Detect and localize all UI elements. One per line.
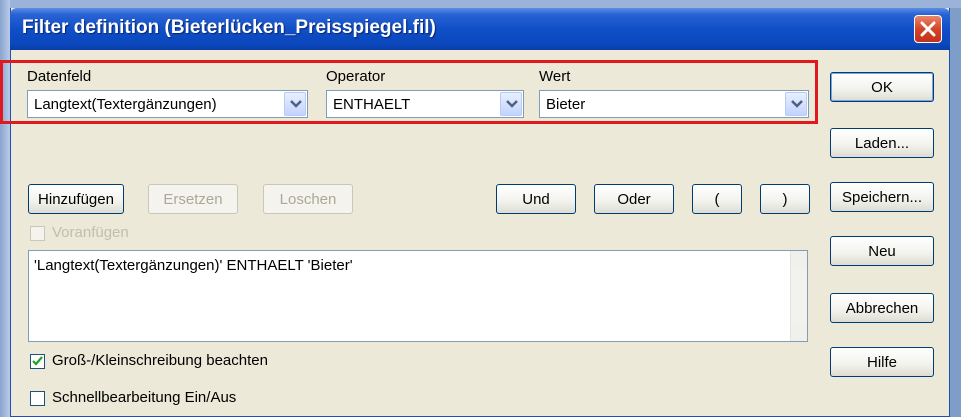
scroll-down-icon[interactable] (791, 324, 807, 341)
und-button[interactable]: Und (496, 184, 576, 214)
hinzufuegen-button[interactable]: Hinzufügen (28, 184, 124, 214)
abbrechen-button[interactable]: Abbrechen (830, 293, 934, 323)
wert-label: Wert (539, 68, 571, 85)
background-right-edge (950, 8, 961, 417)
oder-button[interactable]: Oder (594, 184, 674, 214)
ok-button[interactable]: OK (830, 72, 934, 102)
datenfeld-select[interactable]: Langtext(Textergänzungen) (27, 90, 308, 118)
wert-select[interactable]: Bieter (539, 90, 809, 118)
scroll-up-icon[interactable] (791, 251, 807, 268)
paren-close-button[interactable]: ) (760, 184, 810, 214)
laden-button[interactable]: Laden... (830, 128, 934, 158)
operator-select[interactable]: ENTHAELT (326, 90, 524, 118)
ersetzen-button[interactable]: Ersetzen (148, 184, 238, 214)
neu-button[interactable]: Neu (830, 236, 934, 266)
case-sensitive-checkbox[interactable] (30, 354, 45, 369)
voranfuegen-label: Voranfügen (52, 224, 129, 241)
datenfeld-label: Datenfeld (27, 68, 92, 85)
loeschen-button[interactable]: Loschen (263, 184, 353, 214)
window-title: Filter definition (Bieterlücken_Preisspi… (22, 17, 436, 38)
expression-textarea[interactable]: 'Langtext(Textergänzungen)' ENTHAELT 'Bi… (28, 250, 808, 342)
vertical-scrollbar[interactable] (790, 251, 807, 341)
quickedit-checkbox[interactable] (30, 391, 45, 406)
quickedit-label: Schnellbearbeitung Ein/Aus (52, 389, 237, 406)
dropdown-arrow-icon[interactable] (284, 92, 306, 116)
close-icon (920, 21, 936, 37)
hilfe-button[interactable]: Hilfe (830, 347, 934, 377)
title-bar[interactable]: Filter definition (Bieterlücken_Preisspi… (10, 8, 950, 50)
expression-text: 'Langtext(Textergänzungen)' ENTHAELT 'Bi… (34, 257, 353, 274)
operator-value: ENTHAELT (333, 96, 411, 113)
voranfuegen-checkbox[interactable] (30, 226, 45, 241)
datenfeld-value: Langtext(Textergänzungen) (34, 96, 217, 113)
dropdown-arrow-icon[interactable] (785, 92, 807, 116)
checkmark-icon (32, 356, 43, 366)
close-button[interactable] (914, 15, 942, 43)
paren-open-button[interactable]: ( (692, 184, 742, 214)
wert-value: Bieter (546, 96, 586, 113)
dropdown-arrow-icon[interactable] (500, 92, 522, 116)
speichern-button[interactable]: Speichern... (830, 182, 934, 212)
operator-label: Operator (326, 68, 386, 85)
case-sensitive-label: Groß-/Kleinschreibung beachten (52, 352, 268, 369)
